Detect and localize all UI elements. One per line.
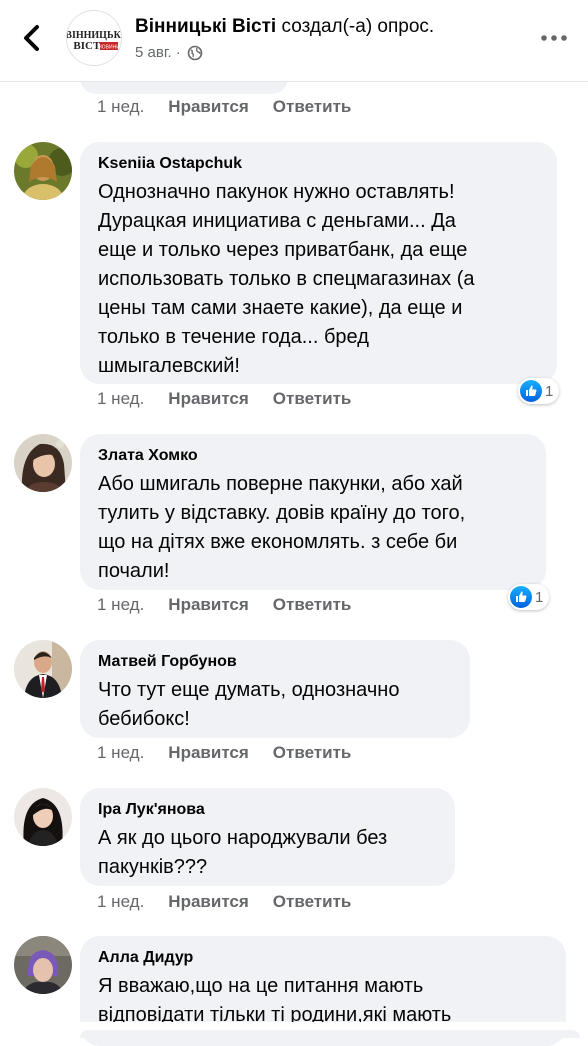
comment-author[interactable]: Іра Лук'янова: [98, 800, 437, 820]
comment-author[interactable]: Злата Хомко: [98, 446, 528, 466]
like-button[interactable]: Нравится: [168, 97, 249, 117]
comment-bubble: Матвей Горбунов Что тут еще думать, одно…: [80, 640, 470, 738]
comment-actions: 1 нед. Нравится Ответить: [97, 595, 351, 615]
comment-time[interactable]: 1 нед.: [97, 892, 144, 912]
comment-text: Однозначно пакунок нужно оставлять! Дура…: [98, 181, 475, 377]
reply-button[interactable]: Ответить: [273, 892, 352, 912]
avatar-image: [14, 434, 72, 492]
comment-text: Что тут еще думать, однозначно бебибокс!: [98, 679, 400, 730]
like-button[interactable]: Нравится: [168, 892, 249, 912]
page-name-link[interactable]: Вінницькі Вісті: [135, 16, 276, 37]
reaction-number: 1: [545, 382, 554, 400]
post-date[interactable]: 5 авг. ·: [135, 44, 181, 61]
reaction-number: 1: [535, 588, 544, 606]
comment-bubble: Іра Лук'янова А як до цього народжували …: [80, 788, 455, 886]
avatar[interactable]: [14, 434, 72, 492]
more-dots-icon: [541, 35, 567, 41]
comment-time[interactable]: 1 нед.: [97, 389, 144, 409]
comment-actions: 1 нед. Нравится Ответить: [97, 389, 351, 409]
back-arrow-icon: [24, 25, 39, 51]
page-avatar[interactable]: ВІННИЦЬКІ ВІСТІ НОВИНИ: [66, 10, 122, 66]
avatar[interactable]: [14, 640, 72, 698]
avatar-image: [14, 142, 72, 200]
comment-author[interactable]: Алла Дидур: [98, 948, 548, 968]
comment-time[interactable]: 1 нед.: [97, 97, 144, 117]
reaction-count[interactable]: 1: [508, 584, 550, 610]
avatar[interactable]: [14, 936, 72, 994]
avatar[interactable]: [14, 788, 72, 846]
comment-author[interactable]: Матвей Горбунов: [98, 652, 452, 672]
comment-actions: 1 нед. Нравится Ответить: [97, 97, 351, 117]
avatar-image: [14, 788, 72, 846]
comment-text: Або шмигаль поверне пакунки, або хай тул…: [98, 473, 466, 582]
avatar-image: [14, 640, 72, 698]
comment-composer-edge[interactable]: [80, 1030, 580, 1038]
like-button[interactable]: Нравится: [168, 595, 249, 615]
post-action-text: создал(-а) опрос.: [276, 16, 435, 37]
svg-text:НОВИНИ: НОВИНИ: [98, 45, 120, 51]
comment-author[interactable]: Kseniia Ostapchuk: [98, 154, 539, 174]
reaction-count[interactable]: 1: [518, 378, 560, 404]
comment-bubble: Kseniia Ostapchuk Однозначно пакунок нуж…: [80, 142, 557, 384]
globe-icon: [187, 45, 203, 60]
post-header: ВІННИЦЬКІ ВІСТІ НОВИНИ Вінницькі Вісті с…: [0, 0, 588, 82]
like-button[interactable]: Нравится: [168, 389, 249, 409]
comment-time[interactable]: 1 нед.: [97, 595, 144, 615]
like-button[interactable]: Нравится: [168, 743, 249, 763]
like-reaction-icon: [520, 380, 542, 402]
comment-text: А як до цього народжували без пакунків??…: [98, 827, 388, 878]
avatar-image: [14, 936, 72, 994]
post-title: Вінницькі Вісті создал(-а) опрос.: [135, 16, 434, 38]
comment-actions: 1 нед. Нравится Ответить: [97, 743, 351, 763]
comment-actions: 1 нед. Нравится Ответить: [97, 892, 351, 912]
like-reaction-icon: [510, 586, 532, 608]
comment-time[interactable]: 1 нед.: [97, 743, 144, 763]
back-button[interactable]: [18, 22, 46, 54]
reply-button[interactable]: Ответить: [273, 743, 352, 763]
reply-button[interactable]: Ответить: [273, 389, 352, 409]
reply-button[interactable]: Ответить: [273, 97, 352, 117]
more-options-button[interactable]: [538, 26, 570, 50]
post-meta: 5 авг. ·: [135, 44, 203, 61]
avatar[interactable]: [14, 142, 72, 200]
reply-button[interactable]: Ответить: [273, 595, 352, 615]
page-logo: ВІННИЦЬКІ ВІСТІ НОВИНИ: [67, 11, 121, 65]
comment-bubble: Злата Хомко Або шмигаль поверне пакунки,…: [80, 434, 546, 590]
